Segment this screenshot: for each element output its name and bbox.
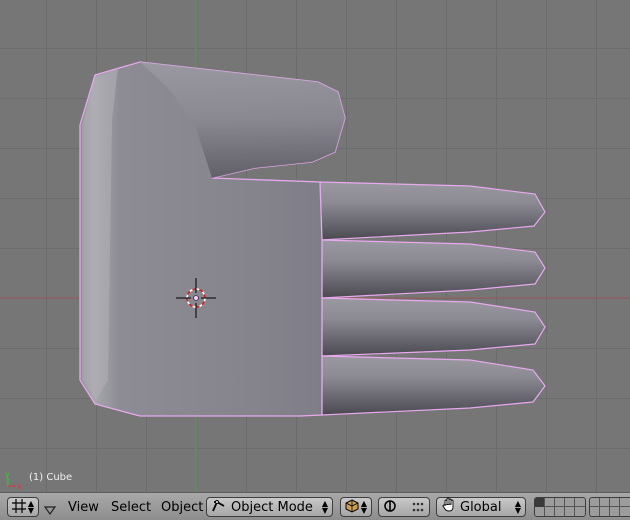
object-mode-icon xyxy=(211,498,227,517)
layer-1-button[interactable] xyxy=(535,498,545,507)
updown-arrows-icon: ▲ ▼ xyxy=(27,499,35,515)
layer-16-button[interactable] xyxy=(590,507,600,516)
view-menu[interactable]: View xyxy=(68,498,99,516)
mode-value: Object Mode xyxy=(231,499,313,515)
object-info-label: (1) Cube xyxy=(29,472,73,483)
orientation-value: Global xyxy=(460,499,502,515)
layer-7-button[interactable] xyxy=(600,498,610,507)
mode-selector[interactable]: Object Mode ▲ ▼ xyxy=(206,497,333,517)
select-menu[interactable]: Select xyxy=(111,498,151,516)
layer-6-button[interactable] xyxy=(590,498,600,507)
svg-text:x: x xyxy=(17,482,22,491)
triangle-down-icon xyxy=(43,501,57,520)
layer-13-button[interactable] xyxy=(555,507,565,516)
editor-type-selector[interactable]: ▲ ▼ xyxy=(7,497,39,517)
pivot-icon xyxy=(383,498,397,517)
updown-arrows-icon: ▲ ▼ xyxy=(321,499,328,515)
layer-3-button[interactable] xyxy=(555,498,565,507)
viewport-canvas: y x xyxy=(0,0,630,492)
transform-orientation-selector[interactable]: Global ▲ ▼ xyxy=(436,497,526,517)
layer-12-button[interactable] xyxy=(545,507,555,516)
object-origin xyxy=(193,295,199,301)
blender-app: y x (1) Cube ▲ ▼ View Select Object Obje… xyxy=(0,0,630,520)
finger-4 xyxy=(299,355,546,416)
grid-icon xyxy=(11,498,26,517)
layer-buttons-group-2[interactable] xyxy=(589,497,630,517)
layer-9-button[interactable] xyxy=(620,498,630,507)
svg-text:y: y xyxy=(5,470,10,479)
finger-1 xyxy=(299,181,546,241)
layer-17-button[interactable] xyxy=(600,507,610,516)
layer-buttons-group-1[interactable] xyxy=(534,497,586,517)
layer-2-button[interactable] xyxy=(545,498,555,507)
solid-shading-icon xyxy=(345,498,359,517)
layer-4-button[interactable] xyxy=(565,498,575,507)
pivot-options-icon xyxy=(411,498,425,517)
layer-14-button[interactable] xyxy=(565,507,575,516)
layer-11-button[interactable] xyxy=(535,507,545,516)
3d-view-header: ▲ ▼ View Select Object Object Mode ▲ ▼ ▲ ▼ xyxy=(0,492,630,520)
updown-arrows-icon: ▲ ▼ xyxy=(360,499,368,515)
3d-viewport[interactable]: y x (1) Cube xyxy=(0,0,630,492)
finger-3 xyxy=(299,297,546,357)
draw-type-selector[interactable]: ▲ ▼ xyxy=(340,497,372,517)
updown-arrows-icon: ▲ ▼ xyxy=(514,499,521,515)
layer-19-button[interactable] xyxy=(620,507,630,516)
object-menu[interactable]: Object xyxy=(161,498,203,516)
pivot-selector[interactable] xyxy=(378,497,430,517)
hand-icon xyxy=(441,497,457,517)
view-axis-gizmo: y x xyxy=(5,470,22,491)
finger-2 xyxy=(299,239,546,299)
layer-18-button[interactable] xyxy=(610,507,620,516)
layer-5-button[interactable] xyxy=(575,498,585,507)
layer-15-button[interactable] xyxy=(575,507,585,516)
menu-toggle-button[interactable] xyxy=(43,501,58,516)
hand-mesh[interactable] xyxy=(79,61,546,417)
layer-8-button[interactable] xyxy=(610,498,620,507)
